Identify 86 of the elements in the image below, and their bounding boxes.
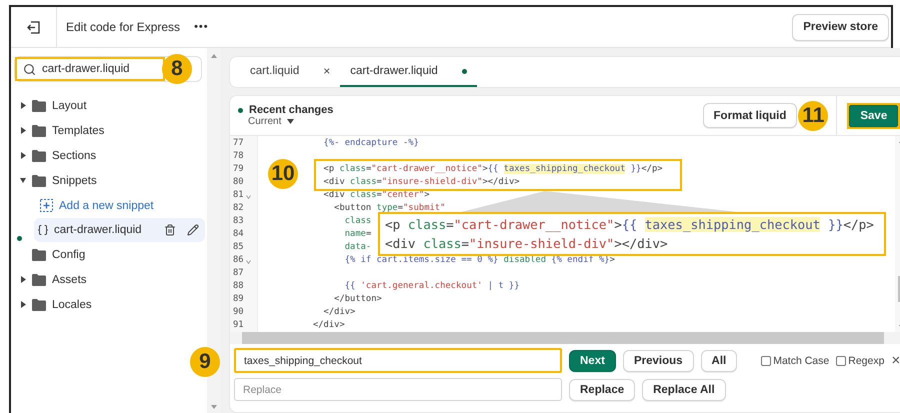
save-button[interactable]: Save — [849, 104, 898, 126]
replace-button[interactable]: Replace All — [642, 378, 726, 400]
find-button[interactable]: Next — [569, 350, 616, 372]
line-number: 83 — [233, 216, 244, 226]
find-button[interactable]: Previous — [622, 350, 694, 372]
version-select[interactable]: Current — [248, 116, 334, 127]
replace-field[interactable]: Replace — [234, 378, 562, 401]
search-icon — [23, 62, 36, 76]
caret-icon[interactable] — [20, 301, 26, 308]
folder-icon — [32, 174, 46, 186]
line-number: 79 — [233, 164, 244, 174]
line-number: 81 — [233, 190, 244, 200]
code-line: <button type="submit" — [333, 202, 446, 212]
step-badge: 10 — [268, 159, 298, 189]
step-badge: 11 — [798, 100, 828, 130]
code-line: class — [344, 216, 372, 226]
add-snippet-link[interactable]: Add a new snippet — [59, 200, 154, 212]
line-number: 88 — [233, 280, 244, 290]
folder-item[interactable]: Locales — [14, 292, 207, 317]
add-file-icon — [40, 199, 53, 212]
folder-icon — [32, 298, 46, 310]
fold-icon[interactable] — [246, 260, 251, 264]
status-dot — [238, 108, 243, 112]
file-tab[interactable]: cart-drawer.liquid — [340, 57, 477, 87]
search-field[interactable]: cart-drawer.liquid — [15, 57, 165, 81]
exit-icon[interactable] — [27, 20, 40, 34]
caret-icon[interactable] — [20, 177, 26, 184]
code-line: <div class="center"> — [322, 190, 430, 200]
folder-item[interactable]: Snippets — [14, 168, 207, 193]
code-line: data- — [344, 242, 372, 252]
line-number: 86 — [233, 254, 244, 264]
folder-icon — [32, 274, 46, 286]
option-checkbox[interactable]: Match Case — [761, 354, 830, 366]
step-badge: 8 — [162, 54, 192, 84]
scroll-down-icon[interactable] — [211, 405, 217, 409]
folder-item[interactable]: Templates — [14, 118, 207, 143]
folder-icon — [32, 248, 46, 260]
caret-icon — [287, 119, 294, 124]
caret-icon[interactable] — [20, 102, 26, 109]
preview-store-button[interactable]: Preview store — [792, 14, 889, 40]
folder-icon — [32, 150, 46, 162]
close-icon[interactable]: × — [891, 352, 900, 369]
format-button[interactable]: Format liquid — [702, 103, 798, 128]
line-number: 84 — [233, 228, 244, 238]
code-line: <div class="insure-shield-div"></div> — [322, 176, 520, 186]
page-title: Edit code for Express — [66, 20, 180, 34]
edit-icon[interactable] — [187, 224, 199, 236]
more-menu[interactable]: ••• — [194, 21, 209, 33]
recent-changes-label: Recent changes — [249, 104, 334, 116]
code-line: </div> — [312, 320, 345, 330]
folder-item[interactable]: Layout — [14, 93, 207, 118]
line-number: 82 — [233, 202, 244, 212]
folder-icon — [32, 100, 46, 112]
folder-icon — [32, 124, 46, 136]
code-line: </button> — [333, 294, 382, 304]
horizontal-scrollbar[interactable] — [230, 332, 900, 344]
caret-icon[interactable] — [20, 127, 26, 134]
line-number: 91 — [233, 320, 244, 330]
code-line: {{ 'cart.general.checkout' | t }} — [344, 280, 520, 290]
line-number: 90 — [233, 306, 244, 316]
zoomed-code-callout: <p class="cart-drawer__notice">{{ taxes_shipping_checkout }}</p> <div class="insure-shield-div"></div> — [378, 212, 886, 256]
code-line: name= — [344, 228, 372, 238]
fold-icon[interactable] — [246, 195, 251, 199]
code-line: </div> — [322, 306, 356, 316]
code-file-icon — [37, 224, 49, 236]
line-number: 78 — [233, 150, 244, 160]
find-button[interactable]: All — [700, 350, 738, 372]
option-checkbox[interactable]: Regexp — [836, 354, 884, 366]
line-number: 85 — [233, 242, 244, 252]
caret-icon[interactable] — [20, 276, 26, 283]
folder-item[interactable]: Config — [14, 242, 207, 267]
line-number: 87 — [233, 268, 244, 278]
file-tab[interactable]: cart.liquid × — [240, 57, 340, 87]
folder-item[interactable]: Assets — [14, 267, 207, 292]
line-number: 89 — [233, 294, 244, 304]
folder-item[interactable]: Sections — [14, 143, 207, 168]
delete-icon[interactable] — [164, 224, 176, 236]
replace-button[interactable]: Replace — [569, 378, 636, 400]
step-badge: 9 — [190, 347, 220, 377]
file-item[interactable]: cart-drawer.liquid — [34, 218, 205, 242]
line-number: 77 — [233, 138, 244, 148]
code-line: {%- endcapture -%} — [322, 138, 419, 148]
scroll-up-icon[interactable] — [211, 54, 217, 58]
line-number: 80 — [233, 176, 244, 186]
find-field[interactable]: taxes_shipping_checkout — [234, 348, 562, 373]
caret-icon[interactable] — [20, 152, 26, 159]
